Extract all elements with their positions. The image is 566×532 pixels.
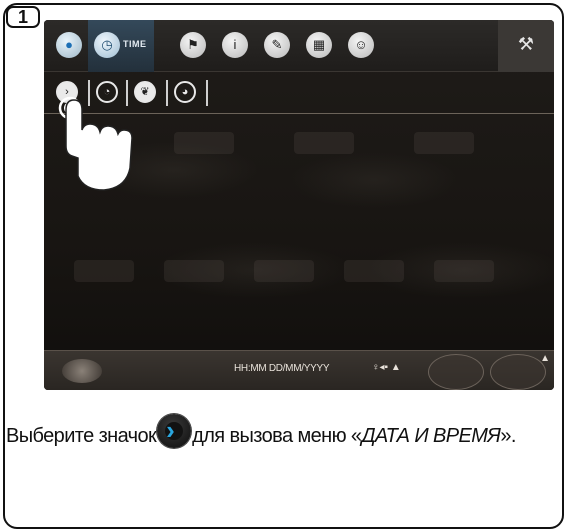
flag-icon[interactable]: ⚑ bbox=[180, 32, 206, 58]
separator bbox=[206, 80, 208, 106]
person-icon[interactable]: ☺ bbox=[348, 32, 374, 58]
dim-program-tile bbox=[74, 260, 134, 282]
device-screen: ● ◷ TIME ⚑ i ✎ ▦ ☺ ⚒ › ◔ ❦ ◕ HH:MM DD/MM… bbox=[44, 20, 554, 390]
pointing-hand-icon bbox=[58, 96, 133, 191]
calendar-icon[interactable]: ▦ bbox=[306, 32, 332, 58]
instruction-end: ». bbox=[500, 425, 516, 447]
bottom-status-bar: HH:MM DD/MM/YYYY ♀◂▪ ▲ ▲ bbox=[44, 350, 554, 390]
dim-program-tile bbox=[434, 260, 494, 282]
dim-program-tile bbox=[164, 260, 224, 282]
tab-time-label: TIME bbox=[123, 39, 147, 49]
water-drop-icon[interactable]: ● bbox=[56, 32, 82, 58]
wrench-icon[interactable]: ⚒ bbox=[518, 34, 534, 55]
eco-timer-icon[interactable]: ◕ bbox=[174, 81, 196, 103]
dim-program-tile bbox=[344, 260, 404, 282]
pencil-icon[interactable]: ✎ bbox=[264, 32, 290, 58]
menu-name: ДАТА И ВРЕМЯ bbox=[361, 425, 501, 447]
separator bbox=[166, 80, 168, 106]
instruction-before: Выберите значок bbox=[6, 425, 157, 447]
dim-program-tile bbox=[174, 132, 234, 154]
left-knob-icon[interactable] bbox=[62, 359, 102, 383]
dim-program-tile bbox=[254, 260, 314, 282]
info-icon[interactable]: i bbox=[222, 32, 248, 58]
clock-icon[interactable]: ◷ bbox=[94, 32, 120, 58]
instruction-text: Выберите значок › для вызова меню «ДАТА И … bbox=[6, 414, 558, 451]
dim-program-tile bbox=[414, 132, 474, 154]
datetime-display: HH:MM DD/MM/YYYY bbox=[234, 363, 330, 374]
dim-program-tile bbox=[294, 132, 354, 154]
chevron-right-icon: › bbox=[157, 414, 192, 448]
step-number-badge: 1 bbox=[6, 6, 40, 28]
top-menu-bar: ● ◷ TIME ⚑ i ✎ ▦ ☺ ⚒ bbox=[44, 20, 554, 72]
arrow-up-icon[interactable]: ▲ bbox=[540, 353, 550, 364]
instruction-after: для вызова меню « bbox=[192, 425, 362, 447]
status-icons: ♀◂▪ ▲ bbox=[372, 362, 401, 373]
control-dial[interactable] bbox=[490, 354, 546, 390]
control-dial[interactable] bbox=[428, 354, 484, 390]
